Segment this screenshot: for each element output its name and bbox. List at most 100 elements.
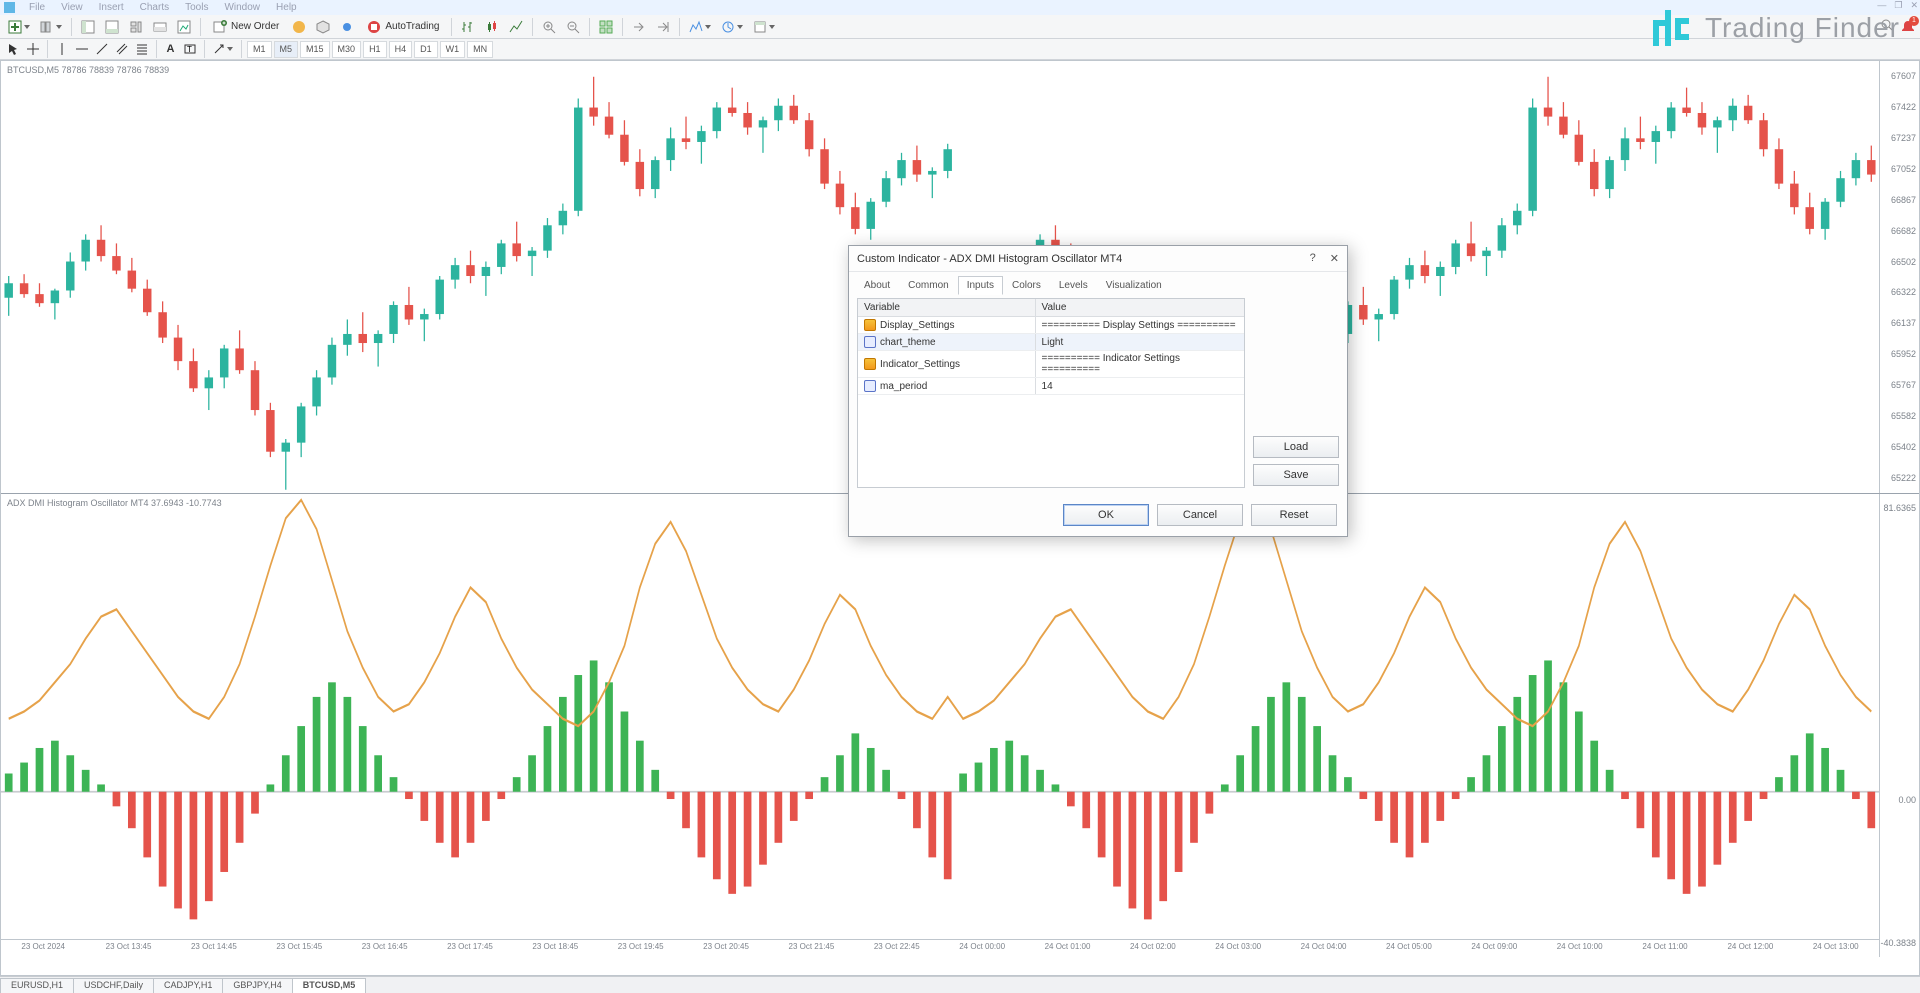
- dialog-tab-visualization[interactable]: Visualization: [1097, 276, 1171, 295]
- reset-button[interactable]: Reset: [1251, 504, 1337, 526]
- timeframe-d1[interactable]: D1: [414, 41, 438, 58]
- timeframe-m30[interactable]: M30: [332, 41, 362, 58]
- time-tick: 24 Oct 03:00: [1196, 940, 1281, 957]
- horizontal-line-tool[interactable]: [73, 41, 91, 58]
- time-tick: 23 Oct 19:45: [599, 940, 684, 957]
- ok-button[interactable]: OK: [1063, 504, 1149, 526]
- window-restore-icon[interactable]: ❐: [1894, 0, 1902, 11]
- line-chart-icon[interactable]: [505, 17, 527, 37]
- navigator-toggle[interactable]: [125, 17, 147, 37]
- trendline-tool[interactable]: [93, 41, 111, 58]
- time-tick: 23 Oct 16:45: [342, 940, 427, 957]
- dialog-titlebar: Custom Indicator - ADX DMI Histogram Osc…: [849, 246, 1347, 272]
- chart-tab[interactable]: GBPJPY,H4: [222, 978, 292, 993]
- price-tick: 65952: [1891, 349, 1916, 359]
- price-tick: 66137: [1891, 318, 1916, 328]
- inputs-row[interactable]: Indicator_Settings========== Indicator S…: [858, 351, 1244, 378]
- signals-icon[interactable]: [336, 17, 358, 37]
- fibonacci-tool[interactable]: [133, 41, 151, 58]
- shift-end-icon[interactable]: [628, 17, 650, 37]
- timeframe-mn[interactable]: MN: [467, 41, 493, 58]
- strategy-tester-toggle[interactable]: [173, 17, 195, 37]
- menu-insert[interactable]: Insert: [91, 2, 132, 13]
- dialog-tab-colors[interactable]: Colors: [1003, 276, 1050, 295]
- inputs-row[interactable]: chart_themeLight: [858, 334, 1244, 351]
- drawing-toolbar: A T M1 M5 M15 M30 H1 H4 D1 W1 MN: [0, 39, 1920, 60]
- inputs-row[interactable]: Display_Settings========== Display Setti…: [858, 317, 1244, 334]
- indicators-button[interactable]: [685, 17, 715, 37]
- tile-windows-icon[interactable]: [595, 17, 617, 37]
- window-close-icon[interactable]: ✕: [1910, 0, 1918, 11]
- dialog-close-icon[interactable]: ✕: [1330, 252, 1339, 265]
- crosshair-tool[interactable]: [24, 41, 42, 58]
- price-tick: 67237: [1891, 133, 1916, 143]
- time-tick: 24 Oct 02:00: [1111, 940, 1196, 957]
- group-icon: [864, 319, 876, 331]
- metaquotes-icon[interactable]: [288, 17, 310, 37]
- dialog-tab-levels[interactable]: Levels: [1050, 276, 1097, 295]
- menu-file[interactable]: File: [21, 2, 53, 13]
- string-icon: [864, 336, 876, 348]
- terminal-toggle[interactable]: [149, 17, 171, 37]
- save-button[interactable]: Save: [1253, 464, 1339, 486]
- zoom-in-icon[interactable]: [538, 17, 560, 37]
- timeframe-m1[interactable]: M1: [247, 41, 272, 58]
- chart-tab[interactable]: USDCHF,Daily: [73, 978, 154, 993]
- equidistant-channel-tool[interactable]: [113, 41, 131, 58]
- periodicity-button[interactable]: [717, 17, 747, 37]
- dialog-tab-common[interactable]: Common: [899, 276, 958, 295]
- chart-tab[interactable]: CADJPY,H1: [153, 978, 223, 993]
- auto-scroll-icon[interactable]: [652, 17, 674, 37]
- cursor-tool[interactable]: [4, 41, 22, 58]
- time-tick: 23 Oct 22:45: [855, 940, 940, 957]
- price-tick: 65582: [1891, 411, 1916, 421]
- autotrading-toggle[interactable]: AutoTrading: [360, 17, 446, 37]
- svg-text:T: T: [187, 45, 192, 54]
- inputs-table[interactable]: Variable Value Display_Settings=========…: [857, 298, 1245, 488]
- menu-tools[interactable]: Tools: [177, 2, 216, 13]
- timeframe-m5[interactable]: M5: [274, 41, 299, 58]
- cancel-button[interactable]: Cancel: [1157, 504, 1243, 526]
- notifications-icon[interactable]: 1: [1900, 19, 1916, 35]
- candlestick-chart-icon[interactable]: [481, 17, 503, 37]
- dialog-help-icon[interactable]: ?: [1310, 252, 1316, 265]
- dialog-tab-inputs[interactable]: Inputs: [958, 276, 1003, 295]
- timeframe-m15[interactable]: M15: [300, 41, 330, 58]
- time-tick: 23 Oct 18:45: [513, 940, 598, 957]
- inputs-row[interactable]: ma_period14: [858, 378, 1244, 395]
- load-button[interactable]: Load: [1253, 436, 1339, 458]
- time-tick: 24 Oct 04:00: [1281, 940, 1366, 957]
- timeframe-w1[interactable]: W1: [440, 41, 466, 58]
- bar-chart-icon[interactable]: [457, 17, 479, 37]
- profiles-button[interactable]: [36, 17, 66, 37]
- indicator-chart[interactable]: ADX DMI Histogram Oscillator MT4 37.6943…: [1, 494, 1919, 957]
- expert-advisors-icon[interactable]: [312, 17, 334, 37]
- new-chart-button[interactable]: [4, 17, 34, 37]
- menu-help[interactable]: Help: [268, 2, 305, 13]
- zoom-out-icon[interactable]: [562, 17, 584, 37]
- chart-tab[interactable]: EURUSD,H1: [0, 978, 74, 993]
- price-tick: 67607: [1891, 71, 1916, 81]
- data-window-toggle[interactable]: [101, 17, 123, 37]
- string-icon: [864, 380, 876, 392]
- timeframe-h4[interactable]: H4: [389, 41, 413, 58]
- price-tick: 66502: [1891, 257, 1916, 267]
- chart-tab[interactable]: BTCUSD,M5: [292, 978, 367, 993]
- input-name: Display_Settings: [880, 320, 954, 331]
- market-watch-toggle[interactable]: [77, 17, 99, 37]
- window-minimize-icon[interactable]: —: [1877, 0, 1886, 11]
- arrows-tool[interactable]: [210, 41, 236, 58]
- new-order-button[interactable]: New Order: [206, 17, 286, 37]
- templates-button[interactable]: [749, 17, 779, 37]
- timeframe-h1[interactable]: H1: [363, 41, 387, 58]
- text-tool[interactable]: A: [162, 41, 179, 58]
- dialog-title: Custom Indicator - ADX DMI Histogram Osc…: [857, 253, 1122, 265]
- menu-charts[interactable]: Charts: [132, 2, 177, 13]
- group-icon: [864, 358, 876, 370]
- search-icon[interactable]: [1880, 18, 1894, 35]
- menu-window[interactable]: Window: [216, 2, 268, 13]
- dialog-tab-about[interactable]: About: [855, 276, 899, 295]
- menu-view[interactable]: View: [53, 2, 91, 13]
- vertical-line-tool[interactable]: [53, 41, 71, 58]
- text-label-tool[interactable]: T: [181, 41, 199, 58]
